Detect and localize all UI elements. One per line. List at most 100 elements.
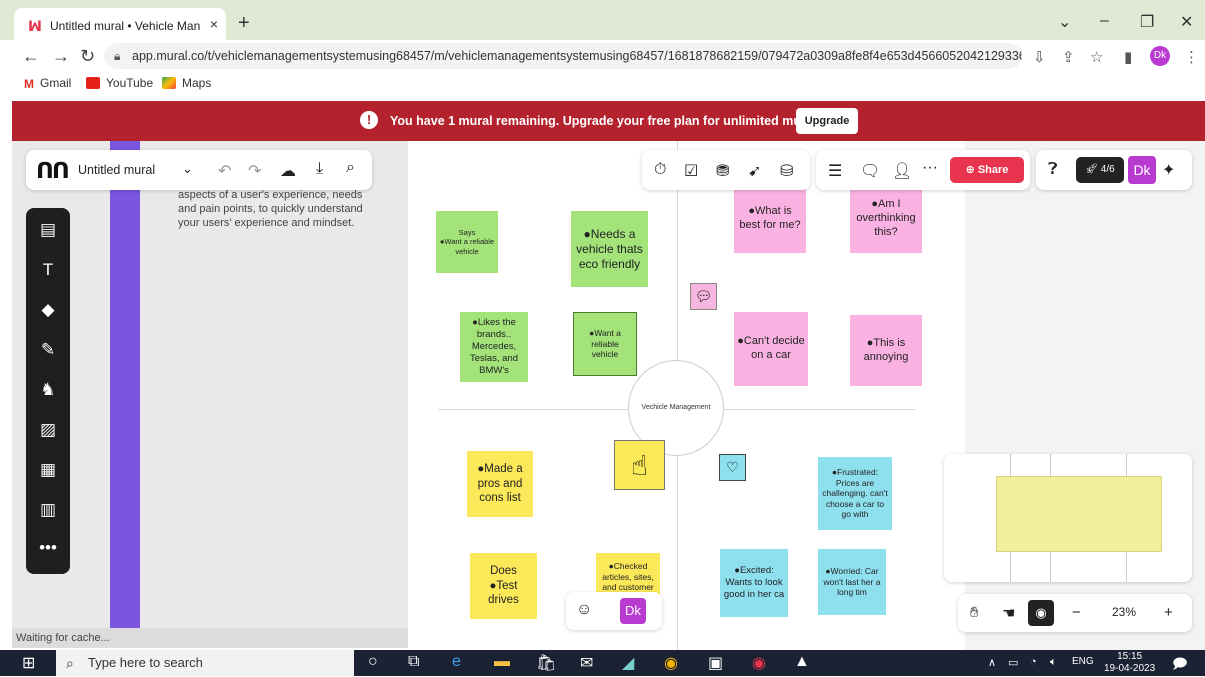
mural-title[interactable]: Untitled mural xyxy=(78,163,155,177)
voting-icon[interactable]: ☑ xyxy=(684,161,698,181)
photos-icon[interactable]: ▲ xyxy=(794,653,810,671)
private-mode-icon[interactable]: ⛁ xyxy=(780,161,793,181)
pan-hand-icon[interactable]: ✋︎ xyxy=(970,604,979,621)
new-tab-button[interactable]: + xyxy=(238,12,250,35)
mural-logo-icon[interactable]: ᑎᑎ xyxy=(36,158,70,184)
user-avatar[interactable]: Dk xyxy=(1128,156,1156,184)
reload-icon[interactable]: ↻ xyxy=(80,46,95,67)
onboarding-progress-button[interactable]: 🚀︎ 4/6 xyxy=(1076,157,1124,183)
mail-icon[interactable]: ✉ xyxy=(580,653,593,673)
draw-tool-icon[interactable]: ✎ xyxy=(26,340,70,360)
chrome-icon[interactable]: ◉ xyxy=(664,653,678,673)
zoom-level[interactable]: 23% xyxy=(1112,605,1136,619)
bookmark-gmail[interactable]: M Gmail xyxy=(24,76,71,91)
sticky-note[interactable]: ●Want a reliable vehicle xyxy=(573,312,637,376)
sticky-note[interactable]: ●Excited: Wants to look good in her ca xyxy=(720,549,788,617)
comments-icon[interactable]: 🗨︎ xyxy=(860,161,880,181)
fit-view-icon[interactable]: ◉ xyxy=(1028,600,1054,626)
tray-chevron-icon[interactable]: ∧ xyxy=(988,656,996,669)
sticky-note[interactable]: ●What is best for me? xyxy=(734,185,806,253)
laser-pointer-icon[interactable]: ➹ xyxy=(748,161,761,181)
youtube-icon xyxy=(86,77,100,89)
share-page-icon[interactable]: ⇪ xyxy=(1062,48,1075,66)
sticky-note[interactable]: Does ●Test drives xyxy=(470,553,537,619)
minimap[interactable] xyxy=(944,454,1192,582)
heart-icon[interactable]: ♡ xyxy=(719,454,746,481)
text-tool-icon[interactable]: T xyxy=(26,260,70,280)
sticky-note[interactable]: ●Likes the brands.. Mercedes, Teslas, an… xyxy=(460,312,528,382)
clock-time: 15:15 xyxy=(1117,651,1143,662)
cortana-icon[interactable]: ○ xyxy=(368,653,378,671)
file-explorer-icon[interactable]: ▬ xyxy=(494,653,510,671)
clock[interactable]: 15:15 19-04-2023 xyxy=(1104,651,1155,675)
collaborators-icon[interactable]: 👤︎ xyxy=(892,161,912,181)
zoom-in-icon[interactable]: + xyxy=(1164,604,1173,621)
sticky-note[interactable]: ●Frustrated: Prices are challenging. can… xyxy=(818,457,892,530)
taskbar-search[interactable]: ⌕ Type here to search xyxy=(56,650,354,676)
emoji-icon[interactable]: ☺ xyxy=(576,601,592,619)
more-tools-icon[interactable]: ••• xyxy=(26,538,70,558)
undo-icon[interactable]: ↶ xyxy=(218,161,231,181)
language-indicator[interactable]: ENG xyxy=(1072,656,1094,667)
timer-icon[interactable]: ⏱︎ xyxy=(654,161,666,179)
icons-tool-icon[interactable]: ♞ xyxy=(26,380,70,400)
minimap-viewport[interactable] xyxy=(996,476,1162,552)
sticky-note[interactable]: Says ●Want a reliable vehicle xyxy=(436,211,498,273)
close-window-icon[interactable]: ✕ xyxy=(1180,12,1193,32)
bookmark-maps[interactable]: Maps xyxy=(162,76,211,90)
forward-icon[interactable]: → xyxy=(52,46,70,67)
sticky-note[interactable]: ●This is annoying xyxy=(850,315,922,386)
sticky-note[interactable]: ●Made a pros and cons list xyxy=(467,451,533,517)
install-icon[interactable]: ⇩ xyxy=(1033,48,1046,66)
select-hand-icon[interactable]: ☚ xyxy=(1002,604,1015,622)
user-cursor-avatar[interactable]: Dk xyxy=(620,598,646,624)
notifications-icon[interactable]: 🗩︎ xyxy=(1172,653,1188,677)
templates-tool-icon[interactable]: ▦ xyxy=(26,460,70,480)
battery-icon[interactable]: ▭ xyxy=(1008,656,1018,669)
redo-icon[interactable]: ↷ xyxy=(248,161,261,181)
shapes-tool-icon[interactable]: ◆ xyxy=(26,300,70,320)
image-tool-icon[interactable]: ▨ xyxy=(26,420,70,440)
side-panel-icon[interactable]: ▮ xyxy=(1124,48,1132,66)
sticky-note[interactable]: ●Can't decide on a car xyxy=(734,312,808,386)
profile-avatar[interactable]: Dk xyxy=(1150,46,1170,66)
cloud-sync-icon[interactable]: ☁ xyxy=(280,161,296,181)
sticky-note[interactable]: ●Am I overthinking this? xyxy=(850,185,922,253)
tab-search-icon[interactable]: ⌄ xyxy=(1058,12,1071,32)
restore-icon[interactable]: ❐ xyxy=(1140,12,1154,32)
share-button[interactable]: ⊕ Share xyxy=(950,157,1024,183)
ai-sparkle-icon[interactable]: ✦ xyxy=(1162,160,1175,180)
chevron-down-icon[interactable]: ⌄ xyxy=(182,161,193,177)
chrome-profile-icon[interactable]: ◉ xyxy=(752,653,766,673)
back-icon[interactable]: ← xyxy=(22,46,40,67)
zoom-out-icon[interactable]: − xyxy=(1072,604,1081,621)
bookmark-youtube[interactable]: YouTube xyxy=(86,76,153,90)
windows-start-icon[interactable]: ⊞ xyxy=(22,653,35,673)
hand-cursor-icon[interactable]: ☝︎ xyxy=(614,440,665,490)
volume-icon[interactable]: 🔈︎ xyxy=(1050,656,1057,669)
tab-close-button[interactable]: × xyxy=(210,16,218,32)
menu-kebab-icon[interactable]: ⋮ xyxy=(1184,48,1199,66)
app-icon[interactable]: ◢ xyxy=(622,653,634,673)
url-bar[interactable]: 🔒︎ app.mural.co/t/vehiclemanagementsyste… xyxy=(104,43,1022,69)
minimize-icon[interactable]: – xyxy=(1100,12,1109,30)
app-icon[interactable]: ▣ xyxy=(708,653,723,673)
bookmark-star-icon[interactable]: ☆ xyxy=(1090,48,1103,66)
download-icon[interactable]: ⤓ xyxy=(316,160,323,178)
store-icon[interactable]: 🛍︎ xyxy=(536,653,556,673)
task-view-icon[interactable]: ⧉ xyxy=(408,653,419,671)
help-icon[interactable]: ❓︎ xyxy=(1048,161,1058,179)
search-icon[interactable]: ⌕ xyxy=(346,159,355,177)
wifi-icon[interactable]: ◔ xyxy=(1030,656,1037,668)
summon-icon[interactable]: ⛃ xyxy=(716,161,729,181)
frameworks-tool-icon[interactable]: ▥ xyxy=(26,500,70,520)
more-options-icon[interactable]: ··· xyxy=(922,159,938,177)
edge-icon[interactable]: e xyxy=(452,653,461,671)
upgrade-button[interactable]: Upgrade xyxy=(796,108,858,134)
facilitation-toolbar: ⏱︎ ☑ ⛃ ➹ ⛁ xyxy=(642,150,810,190)
outline-icon[interactable]: ☰ xyxy=(828,161,842,181)
sticky-note[interactable]: ●Needs a vehicle thats eco friendly xyxy=(571,211,648,287)
comment-bubble-icon[interactable]: 💬︎ xyxy=(690,283,717,310)
sticky-note[interactable]: ●Worried: Car won't last her a long tim xyxy=(818,549,886,615)
sticky-note-tool-icon[interactable]: ▤ xyxy=(26,220,70,240)
